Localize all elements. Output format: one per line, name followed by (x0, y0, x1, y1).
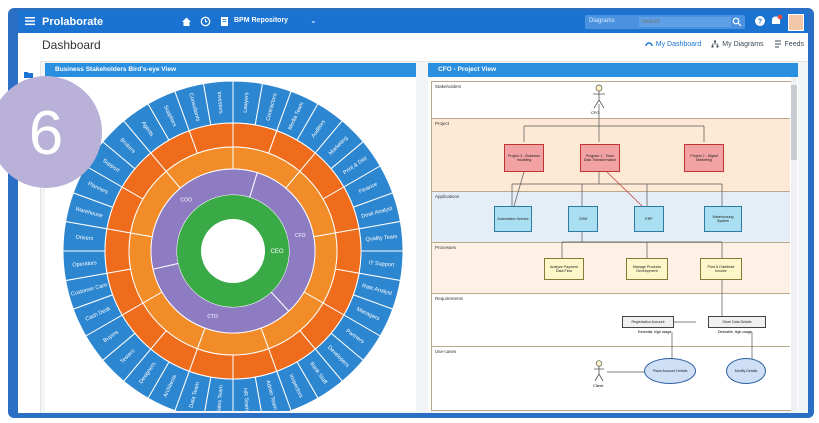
application-box[interactable]: CRM (568, 206, 598, 232)
requirement-box[interactable]: Registration Account (622, 316, 674, 328)
actor-label: CFO (591, 110, 600, 115)
project-swimlane-diagram: Stakeholders Project Applications Proces… (431, 81, 793, 411)
vertical-scrollbar[interactable] (791, 77, 797, 411)
notification-bell-icon[interactable] (769, 14, 783, 28)
project-box[interactable]: Project 3 - Business modeling (504, 144, 544, 172)
requirement-note: Essential, high usage (638, 330, 672, 334)
client-actor-icon (594, 360, 604, 382)
project-box[interactable]: Project 2 - Digital Marketing (684, 144, 724, 172)
sunburst-ring1-label: CTO (207, 314, 218, 320)
sunburst-ring1-label: COO (180, 198, 192, 204)
tab-label: My Diagrams (722, 40, 764, 48)
repository-icon (221, 17, 228, 26)
top-navigation-bar: Prolaborate BPM Repository ⌄ Diagrams ? (18, 11, 808, 33)
usecase-ellipse[interactable]: Modify Details (726, 358, 766, 384)
sunburst-hole (201, 219, 265, 283)
app-window: Prolaborate BPM Repository ⌄ Diagrams ? … (18, 11, 808, 413)
repository-selector[interactable]: BPM Repository (234, 17, 288, 24)
feeds-icon (774, 40, 781, 48)
home-icon[interactable] (181, 16, 192, 27)
dashboard-tabs: My Dashboard My Diagrams Feeds (645, 40, 804, 48)
sunburst-ring3-segment[interactable] (104, 228, 132, 274)
application-box[interactable]: Warehousing System (704, 206, 742, 232)
tab-my-dashboard[interactable]: My Dashboard (645, 40, 702, 48)
process-box[interactable]: Analyze Payment Data Flow (544, 258, 584, 280)
project-view-panel: CFO - Project View Stakeholders Project … (428, 63, 798, 411)
process-box[interactable]: Print & Distribute Invoice (700, 258, 742, 280)
search-input[interactable] (639, 17, 731, 27)
application-box[interactable]: ERP (634, 206, 664, 232)
badge-number: 6 (29, 99, 63, 168)
application-box[interactable]: Automation Service (494, 206, 532, 232)
sunburst-ring1-label: CFO (295, 233, 306, 239)
tab-label: Feeds (784, 40, 804, 48)
tab-label: My Dashboard (655, 40, 702, 48)
diagrams-icon (711, 40, 719, 48)
page-title: Dashboard (42, 38, 101, 52)
project-box[interactable]: Program 1 - Team Data Transformation (580, 144, 620, 172)
hamburger-menu-icon[interactable] (24, 15, 36, 27)
scrollbar-thumb[interactable] (791, 85, 797, 160)
sunburst-center-label: CEO (270, 249, 283, 255)
tab-my-diagrams[interactable]: My Diagrams (711, 40, 764, 48)
page-header: Dashboard My Dashboard My Diagrams Feeds (18, 33, 808, 62)
dashboard-icon (645, 42, 653, 47)
process-box[interactable]: Manage Products Development (626, 258, 668, 280)
help-icon[interactable]: ? (754, 15, 766, 27)
brand-logo[interactable]: Prolaborate (42, 16, 103, 28)
user-avatar[interactable] (788, 14, 804, 31)
search-bar: Diagrams (585, 15, 745, 29)
requirement-box[interactable]: Store Data Details (708, 316, 766, 328)
cfo-actor-icon (593, 84, 605, 109)
panel-title: CFO - Project View (428, 63, 798, 77)
clock-icon[interactable] (200, 16, 211, 27)
actor-label: Client (593, 383, 604, 388)
search-icon[interactable] (732, 17, 742, 27)
tab-feeds[interactable]: Feeds (774, 40, 804, 48)
step-number-badge: 6 (0, 76, 102, 188)
sunburst-ring3-segment[interactable] (334, 228, 362, 274)
search-scope-dropdown[interactable]: Diagrams (589, 18, 615, 24)
usecase-ellipse[interactable]: Place Account Details (644, 358, 696, 384)
svg-text:?: ? (758, 19, 762, 26)
chevron-down-icon[interactable]: ⌄ (310, 16, 317, 25)
requirement-note: Desirable, high usage (718, 330, 752, 334)
